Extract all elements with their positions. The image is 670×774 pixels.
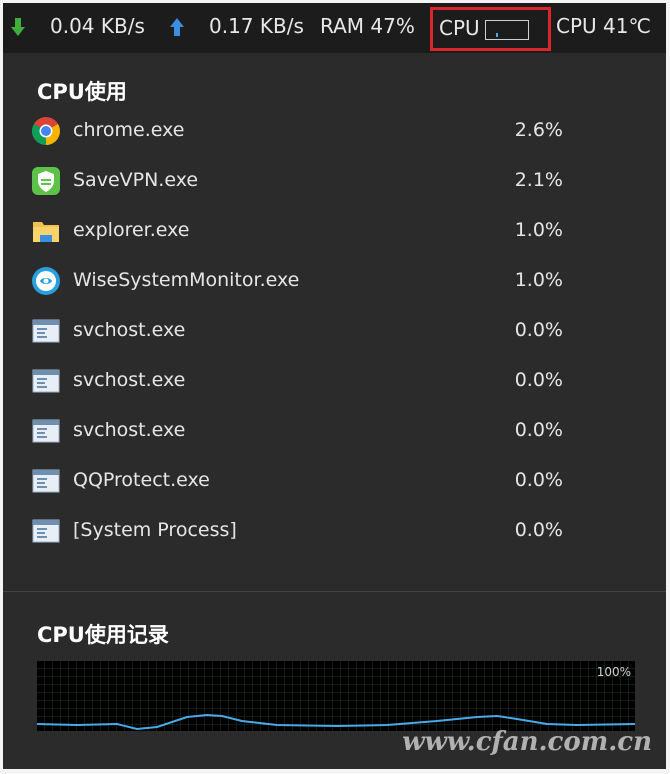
process-percent: 2.6% bbox=[514, 119, 563, 141]
process-row[interactable]: svchost.exe 0.0% bbox=[3, 407, 666, 457]
window-app-icon bbox=[32, 469, 60, 493]
section-divider bbox=[3, 591, 666, 592]
process-row[interactable]: WiseSystemMonitor.exe 1.0% bbox=[3, 257, 666, 307]
window-app-icon bbox=[32, 519, 60, 543]
download-arrow-icon bbox=[11, 18, 25, 36]
cpu-history-graph: 100% bbox=[37, 661, 635, 731]
watermark: www.cfan.com.cn bbox=[402, 727, 652, 757]
process-name: [System Process] bbox=[73, 519, 237, 541]
process-percent: 0.0% bbox=[514, 419, 563, 441]
ram-usage: RAM 47% bbox=[320, 14, 415, 38]
graph-max-label: 100% bbox=[596, 665, 631, 679]
process-name: explorer.exe bbox=[73, 219, 190, 241]
system-monitor-panel: 0.04 KB/s 0.17 KB/s RAM 47% CPU CPU 41℃ … bbox=[3, 3, 666, 769]
process-percent: 0.0% bbox=[514, 469, 563, 491]
process-percent: 0.0% bbox=[514, 519, 563, 541]
savevpn-icon bbox=[32, 167, 60, 195]
process-name: chrome.exe bbox=[73, 119, 185, 141]
process-row[interactable]: svchost.exe 0.0% bbox=[3, 357, 666, 407]
process-name: QQProtect.exe bbox=[73, 469, 210, 491]
window-app-icon bbox=[32, 419, 60, 443]
process-name: svchost.exe bbox=[73, 319, 186, 341]
cpu-mini-graph-toggle[interactable]: CPU bbox=[430, 7, 551, 51]
process-name: svchost.exe bbox=[73, 419, 186, 441]
wise-monitor-icon bbox=[32, 267, 60, 295]
download-speed: 0.04 KB/s bbox=[50, 14, 145, 38]
window-app-icon bbox=[32, 319, 60, 343]
status-bar: 0.04 KB/s 0.17 KB/s RAM 47% CPU CPU 41℃ bbox=[3, 3, 666, 53]
process-percent: 2.1% bbox=[514, 169, 563, 191]
process-row[interactable]: svchost.exe 0.0% bbox=[3, 307, 666, 357]
process-row[interactable]: QQProtect.exe 0.0% bbox=[3, 457, 666, 507]
process-row[interactable]: SaveVPN.exe 2.1% bbox=[3, 157, 666, 207]
cpu-label: CPU bbox=[439, 16, 480, 40]
process-row[interactable]: chrome.exe 2.6% bbox=[3, 107, 666, 157]
chrome-icon bbox=[32, 117, 60, 145]
process-name: WiseSystemMonitor.exe bbox=[73, 269, 300, 291]
process-percent: 1.0% bbox=[514, 269, 563, 291]
upload-arrow-icon bbox=[170, 18, 184, 36]
process-percent: 0.0% bbox=[514, 369, 563, 391]
upload-speed: 0.17 KB/s bbox=[209, 14, 304, 38]
process-name: SaveVPN.exe bbox=[73, 169, 199, 191]
folder-icon bbox=[33, 222, 59, 242]
cpu-usage-title: CPU使用 bbox=[37, 80, 127, 104]
cpu-history-plot bbox=[37, 661, 635, 731]
process-percent: 1.0% bbox=[514, 219, 563, 241]
process-percent: 0.0% bbox=[514, 319, 563, 341]
cpu-mini-graph bbox=[485, 20, 529, 40]
window-app-icon bbox=[32, 369, 60, 393]
process-row[interactable]: explorer.exe 1.0% bbox=[3, 207, 666, 257]
cpu-temperature: CPU 41℃ bbox=[556, 14, 651, 38]
cpu-history-title: CPU使用记录 bbox=[37, 623, 169, 647]
process-name: svchost.exe bbox=[73, 369, 186, 391]
process-row[interactable]: [System Process] 0.0% bbox=[3, 507, 666, 557]
